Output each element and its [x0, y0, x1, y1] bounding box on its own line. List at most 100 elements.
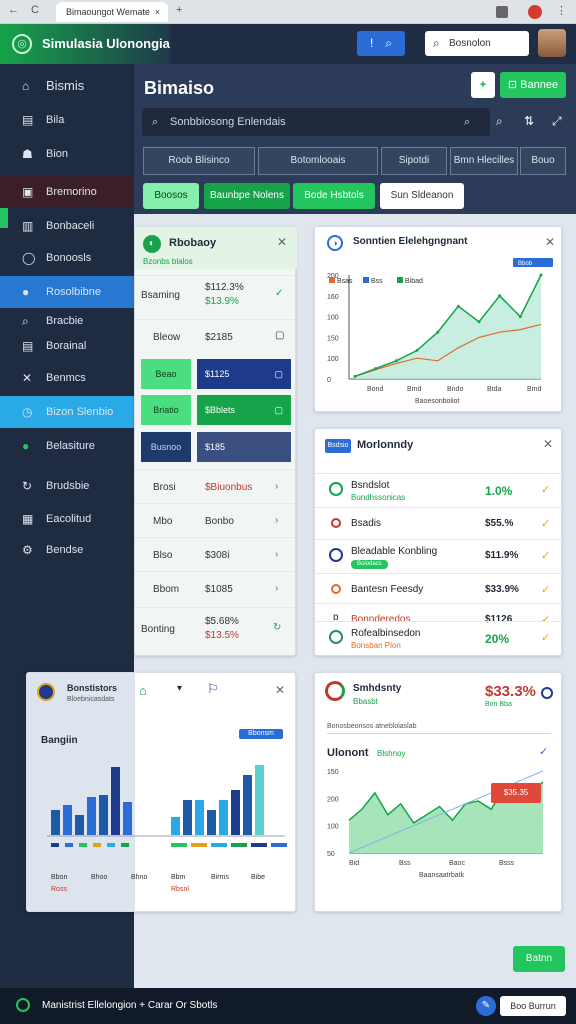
zoom-icon[interactable]: ⌕: [496, 114, 503, 129]
tools-icon[interactable]: ⚐: [207, 681, 219, 697]
area-card-subtitle: Bbasbt: [353, 697, 378, 706]
bar: [111, 767, 120, 835]
tile-green[interactable]: Beao: [141, 359, 191, 389]
filter-pill-3[interactable]: Bode Hsbtols: [293, 183, 375, 209]
new-tab-icon[interactable]: +: [176, 4, 182, 16]
sidebar-item-bendse[interactable]: ⚙ Bendse: [0, 534, 134, 566]
settings-icon: ⚙: [22, 543, 33, 557]
footer-button[interactable]: Boo Burrun: [500, 996, 566, 1016]
sidebar-item-bremorino[interactable]: ▣ Bremorino: [0, 176, 134, 208]
sidebar-item-bismis[interactable]: ⌂ Bismis: [0, 70, 134, 102]
table-row[interactable]: Brosi $Biuonbus ›: [135, 469, 295, 505]
fab-button[interactable]: Batnn: [513, 946, 565, 972]
options-icon[interactable]: [541, 687, 553, 699]
segment-4[interactable]: Bmn Hlecilles: [450, 147, 518, 175]
list-item[interactable]: Rofealbinsedon Bonsban Plon 20% ✓: [315, 621, 563, 655]
sidebar-item-rosolbibne[interactable]: ● Rosolbibne: [0, 276, 134, 308]
table-row[interactable]: Bbom $1085 ›: [135, 571, 295, 607]
bar: [231, 790, 240, 835]
check-icon: ✓: [541, 632, 551, 644]
area-chart-card: Smhdsnty Bbasbt $33.3% Bon Bba Bonosbeon…: [314, 672, 562, 912]
legend-swatch: [65, 843, 73, 847]
legend-swatch: [397, 277, 403, 283]
table-row[interactable]: Mbo Bonbo ›: [135, 503, 295, 539]
x-tick-label: Bmd: [527, 386, 542, 393]
table-row[interactable]: Blso $308i ›: [135, 537, 295, 573]
tile-blue[interactable]: $1125 ▢: [197, 359, 291, 389]
tile-green[interactable]: Briatio: [141, 395, 191, 425]
action-button[interactable]: ⊡ Bannee: [500, 72, 566, 98]
sidebar-item-belasiture[interactable]: ● Belasiture: [0, 430, 134, 462]
reload-icon[interactable]: C: [31, 4, 39, 16]
segment-3[interactable]: Sipotdi: [381, 147, 447, 175]
segment-1[interactable]: Roob Blisinco: [143, 147, 255, 175]
sidebar-item-bion[interactable]: ☗ Bion: [0, 138, 134, 170]
filter-pill-1[interactable]: Boosos: [143, 183, 199, 209]
table-row[interactable]: Bsaming $112.3% $13.9% ✓: [135, 275, 295, 315]
avatar[interactable]: [538, 29, 566, 57]
sidebar-item-bizon-slenbio[interactable]: ◷ Bizon Slenbio: [0, 396, 134, 428]
tile-navy-2[interactable]: $185: [197, 432, 291, 462]
expand-icon[interactable]: ⤢: [552, 114, 562, 129]
square-icon[interactable]: ▢: [275, 330, 284, 341]
add-button[interactable]: +: [471, 72, 495, 98]
sidebar-item-bila[interactable]: ▤ Bila: [0, 104, 134, 136]
chevron-icon[interactable]: ›: [275, 481, 278, 492]
search-submit-icon[interactable]: ⌕: [464, 108, 470, 136]
close-icon[interactable]: ✕: [275, 683, 285, 697]
main-search-input[interactable]: ⌕ Sonbbiosong Enlendais ⌕: [142, 108, 490, 136]
list-item[interactable]: Bsndslot Bundhssonicas 1.0% ✓: [315, 473, 563, 505]
watchlist-title: Morlonndy: [357, 439, 414, 451]
chart-type-icon[interactable]: ⌂: [139, 683, 147, 698]
area-card-label1: Ulonont: [327, 747, 369, 759]
bar: [219, 800, 228, 835]
bar: [123, 802, 132, 835]
sidebar-item-bonbaceli[interactable]: ▥ Bonbaceli: [0, 210, 134, 242]
tile-green-dark[interactable]: $Bblets ▢: [197, 395, 291, 425]
data-point: [539, 273, 543, 277]
action-label: Bannee: [520, 79, 559, 91]
sort-icon[interactable]: ⇅: [524, 114, 534, 128]
summary-subtitle: Bzonbs blalos: [143, 257, 193, 266]
sidebar-item-eacolitud[interactable]: ▦ Eacolitud: [0, 503, 134, 535]
x-tick-label: Baoc: [449, 860, 465, 867]
list-item[interactable]: Bleadable Konbling Boiodacs $11.9% ✓: [315, 539, 563, 573]
tab-close-icon[interactable]: ×: [155, 2, 160, 22]
edit-icon[interactable]: ✎: [476, 996, 496, 1016]
sidebar-item-borainal[interactable]: ▤ Borainal: [0, 330, 134, 362]
close-icon[interactable]: ✕: [543, 437, 553, 451]
y-tick-label: 0: [327, 377, 331, 384]
chat-icon: ◯: [22, 251, 36, 265]
browser-tab[interactable]: Bimaoungot Wemate ×: [56, 2, 168, 22]
summary-close-icon[interactable]: ✕: [277, 235, 287, 249]
refresh-icon[interactable]: ↻: [273, 622, 281, 633]
profile-icon[interactable]: [528, 5, 542, 19]
sidebar-item-bonoosls[interactable]: ◯ Bonoosls: [0, 242, 134, 274]
table-row[interactable]: Bonting $5.68% $13.5% ↻: [135, 607, 295, 651]
segment-5[interactable]: Bouo: [520, 147, 566, 175]
info-button[interactable]: ! ⌕: [357, 31, 405, 56]
list-item[interactable]: Bantesn Feesdy $33.9% ✓: [315, 573, 563, 604]
area-callout: $35.35: [491, 783, 541, 803]
close-icon[interactable]: ✕: [545, 235, 555, 249]
header-search-input[interactable]: ⌕ Bosnolon: [425, 31, 529, 56]
chevron-icon[interactable]: ›: [275, 515, 278, 526]
chevron-icon[interactable]: ›: [275, 583, 278, 594]
legend-label: Bss: [371, 278, 383, 285]
filter-pill-4[interactable]: Sun Sldeanon: [380, 183, 464, 209]
table-row[interactable]: Bleow $2185 ▢: [135, 319, 295, 355]
chevron-icon[interactable]: ›: [275, 549, 278, 560]
list-item[interactable]: Bsadis $55.% ✓: [315, 507, 563, 538]
back-icon[interactable]: ←: [8, 4, 19, 16]
extension-icon[interactable]: [496, 6, 508, 18]
sidebar-item-benmcs[interactable]: ✕ Benmcs: [0, 362, 134, 394]
summary-title: Rbobaoy: [169, 237, 217, 249]
segment-2[interactable]: Botomlooais: [258, 147, 378, 175]
filter-pill-2[interactable]: Baunbpe Nolens: [204, 183, 290, 209]
x-tick-label: Bss: [399, 860, 411, 867]
menu-dots-icon[interactable]: ⋮: [556, 4, 567, 17]
sidebar-item-brudsbie[interactable]: ↻ Brudsbie: [0, 470, 134, 502]
dropdown-icon[interactable]: ▾: [177, 683, 182, 694]
x-tick-label: Bndo: [447, 386, 463, 393]
tile-navy[interactable]: Busnoo: [141, 432, 191, 462]
